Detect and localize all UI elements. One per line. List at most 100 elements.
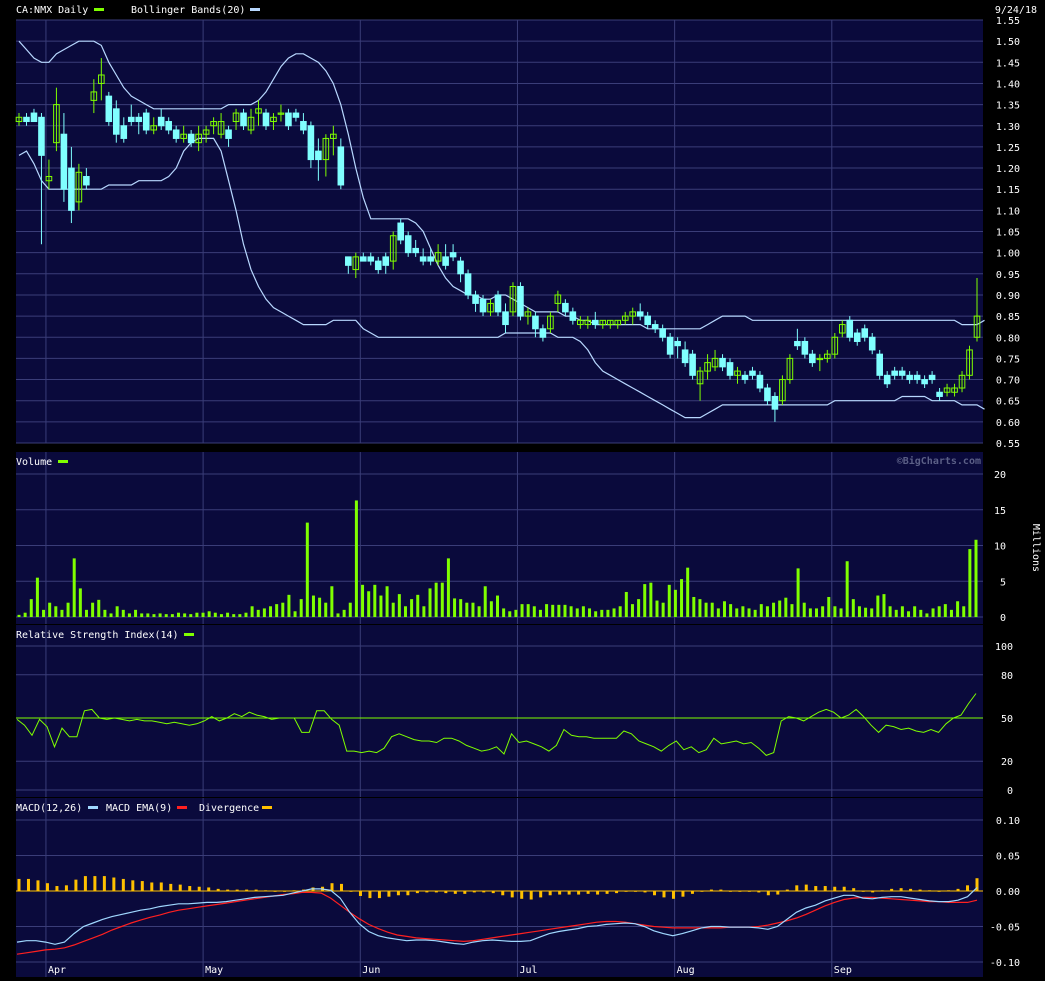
price-tick-label: 1.25 <box>996 143 1020 154</box>
volume-bar <box>710 602 714 617</box>
volume-bar <box>888 606 892 617</box>
volume-bar <box>434 582 438 617</box>
price-tick-label: 1.40 <box>996 79 1020 90</box>
rsi-tick-label: 20 <box>1001 757 1013 768</box>
candle-body <box>262 112 270 127</box>
volume-title: Volume <box>16 457 52 468</box>
volume-bar <box>422 606 426 617</box>
divergence-bar <box>909 888 913 891</box>
volume-bar <box>311 595 315 617</box>
volume-bar <box>29 599 33 617</box>
volume-bar <box>606 609 610 617</box>
rsi-title: Relative Strength Index(14) <box>16 630 179 641</box>
divergence-bar <box>406 891 410 896</box>
divergence-bar <box>216 888 220 891</box>
candle-body <box>898 370 906 376</box>
volume-bar <box>201 612 205 617</box>
divergence-bar <box>178 884 182 891</box>
volume-bar <box>968 549 972 617</box>
candle-body <box>876 353 884 376</box>
volume-bar <box>649 582 653 617</box>
candle-body <box>157 116 165 127</box>
volume-bar <box>250 606 254 617</box>
volume-bar <box>91 602 95 617</box>
volume-bar <box>673 589 677 617</box>
volume-bar <box>177 612 180 617</box>
divergence-bar <box>529 891 533 900</box>
volume-bar <box>336 613 340 617</box>
macd-ema-title: MACD EMA(9) <box>106 803 172 814</box>
divergence-bar <box>966 885 970 891</box>
divergence-bar <box>605 891 609 894</box>
candle-body <box>517 285 524 317</box>
divergence-bar <box>918 889 922 891</box>
volume-bar <box>446 558 450 617</box>
volume-bar <box>152 614 156 617</box>
divergence-bar <box>207 887 211 891</box>
volume-bar <box>956 601 960 617</box>
volume-bar <box>538 609 542 617</box>
volume-bar <box>520 604 524 617</box>
volume-bar <box>729 604 733 617</box>
month-label-sep: Sep <box>834 965 852 976</box>
candle-body <box>562 302 569 313</box>
candle-body <box>60 133 68 190</box>
candle-body <box>285 112 292 127</box>
volume-bar <box>354 500 358 617</box>
divergence-bar <box>283 891 287 892</box>
volume-bar <box>839 608 843 617</box>
volume-bar <box>54 606 58 617</box>
divergence-bar <box>45 883 49 891</box>
divergence-bar <box>482 891 486 893</box>
candle-body <box>741 374 749 381</box>
candle-body <box>412 247 419 254</box>
volume-bar <box>84 609 88 617</box>
volume-bar <box>851 599 855 617</box>
candle-body <box>315 150 322 161</box>
price-tick-label: 0.80 <box>996 333 1020 344</box>
price-tick-label: 1.35 <box>996 101 1020 112</box>
volume-bar <box>453 598 457 617</box>
divergence-bar <box>510 891 514 898</box>
divergence-bar <box>861 891 865 892</box>
candle-body <box>307 125 315 161</box>
volume-bar <box>919 609 923 617</box>
divergence-bar <box>368 891 372 899</box>
divergence-bar <box>596 891 600 895</box>
divergence-bar <box>766 891 770 896</box>
candle-body <box>367 256 375 262</box>
macd-tick-label: -0.10 <box>990 958 1020 969</box>
volume-bar <box>624 591 628 617</box>
divergence-bar <box>871 891 875 893</box>
candle-body <box>868 336 876 351</box>
rsi-legend-swatch <box>184 633 194 636</box>
candle-body <box>801 340 809 355</box>
candle-body <box>689 353 696 376</box>
candle-body <box>861 328 869 338</box>
volume-bar <box>815 608 818 617</box>
volume-bar <box>269 606 273 617</box>
candle-body <box>853 332 861 342</box>
divergence-bar <box>377 891 381 899</box>
volume-bar <box>943 604 947 617</box>
volume-bar <box>459 599 463 617</box>
divergence-bar <box>671 891 675 899</box>
volume-bar <box>293 611 297 617</box>
divergence-bar <box>567 891 571 895</box>
price-tick-label: 0.95 <box>996 270 1020 281</box>
candle-body <box>135 116 143 123</box>
volume-bar <box>508 611 512 617</box>
candle-body <box>449 252 457 258</box>
candle-body <box>120 125 128 139</box>
volume-bar <box>949 609 953 617</box>
volume-tick-label: 20 <box>994 470 1006 481</box>
volume-bar <box>232 614 236 617</box>
price-tick-label: 0.60 <box>996 418 1020 429</box>
price-tick-label: 0.75 <box>996 354 1020 365</box>
candle-body <box>928 374 936 381</box>
candle-body <box>479 298 487 313</box>
divergence-bar <box>662 891 666 898</box>
divergence-bar <box>738 891 742 892</box>
divergence-bar <box>140 881 144 891</box>
volume-bar <box>348 602 352 617</box>
